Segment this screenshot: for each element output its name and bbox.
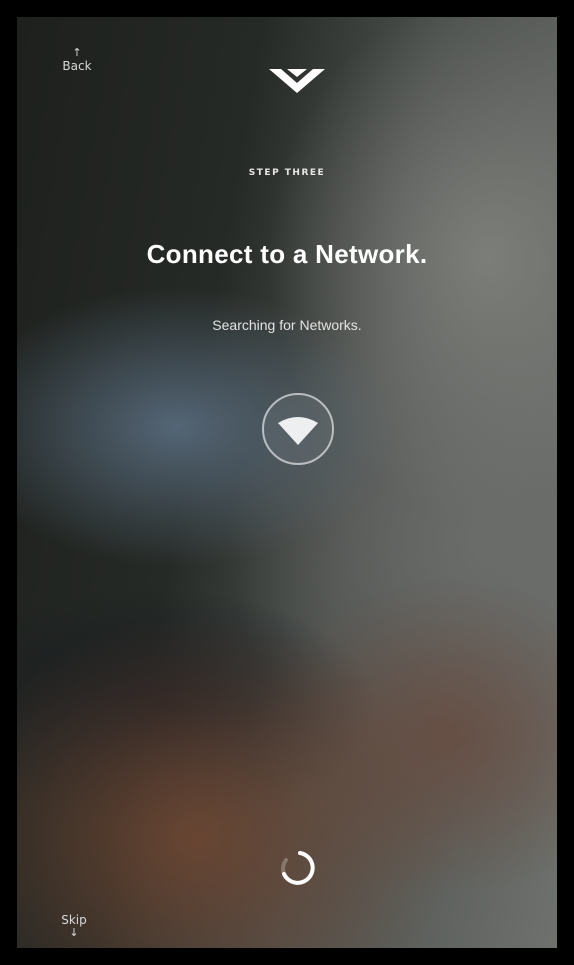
back-label: Back: [62, 59, 92, 73]
page-title: Connect to a Network.: [146, 239, 428, 269]
skip-label: Skip: [61, 913, 87, 927]
loading-spinner-icon: [281, 851, 315, 885]
device-frame: ↑ Back STEP THREE Connect to a Network. …: [0, 0, 574, 965]
wifi-icon: [262, 393, 334, 465]
setup-screen: ↑ Back STEP THREE Connect to a Network. …: [17, 17, 557, 948]
vizio-logo-icon: [269, 69, 325, 93]
up-arrow-icon: ↑: [72, 46, 82, 59]
back-button[interactable]: ↑ Back: [55, 46, 99, 74]
skip-button[interactable]: Skip ↓: [54, 913, 94, 939]
status-text: Searching for Networks.: [212, 317, 362, 333]
step-label: STEP THREE: [248, 168, 326, 178]
down-arrow-icon: ↓: [69, 926, 79, 939]
